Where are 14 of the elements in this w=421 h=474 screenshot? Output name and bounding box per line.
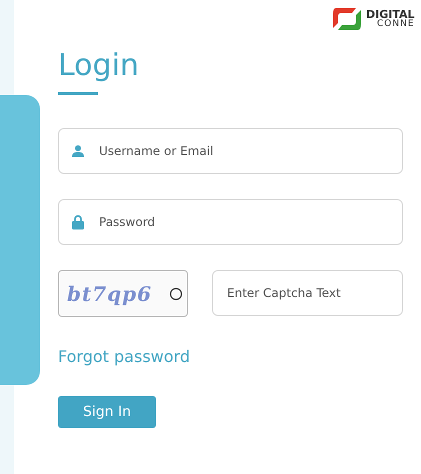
refresh-icon[interactable] <box>169 287 183 301</box>
logo-subtext: CONNE <box>376 20 415 29</box>
logo-icon <box>332 6 362 32</box>
title-underline <box>58 92 98 95</box>
forgot-password-link[interactable]: Forgot password <box>58 347 190 366</box>
username-field[interactable]: Username or Email <box>58 128 403 174</box>
logo-text: DIGITAL <box>366 9 415 20</box>
sign-in-button[interactable]: Sign In <box>58 396 156 428</box>
password-field[interactable]: Password <box>58 199 403 245</box>
lock-icon <box>72 214 84 230</box>
user-icon <box>72 145 84 157</box>
captcha-field[interactable]: Enter Captcha Text <box>212 270 403 316</box>
captcha-image: bt7qp6 <box>58 270 188 317</box>
login-title: Login <box>58 48 140 84</box>
